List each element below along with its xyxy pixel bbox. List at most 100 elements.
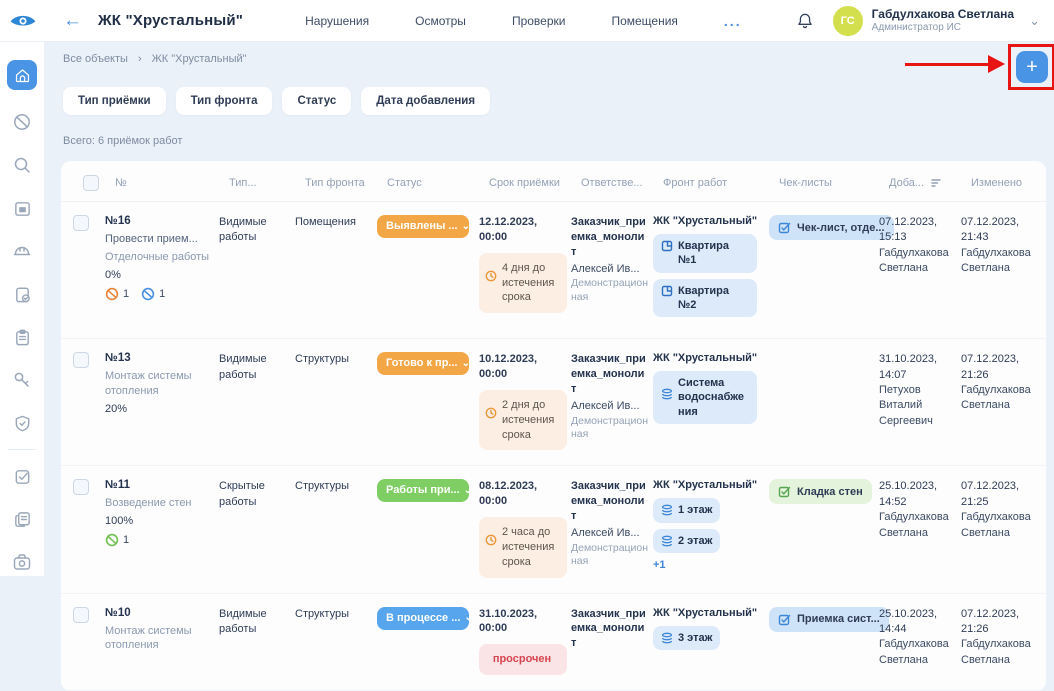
back-arrow-icon[interactable]: ← xyxy=(63,11,82,30)
sidebar-item-access[interactable] xyxy=(11,369,33,391)
deadline-date: 08.12.2023, 00:00 xyxy=(479,479,567,509)
added-date: 07.12.2023, 15:13 xyxy=(879,215,957,246)
sidebar-item-approvals[interactable] xyxy=(11,465,33,487)
responsible-company: Демонстрационная xyxy=(571,542,649,569)
acceptance-subtitle: Возведение стен xyxy=(105,496,215,511)
sidebar xyxy=(0,42,45,576)
added-date: 25.10.2023, 14:52 xyxy=(879,479,957,510)
nav-violations[interactable]: Нарушения xyxy=(305,14,369,28)
deadline-date: 12.12.2023, 00:00 xyxy=(479,215,567,245)
sidebar-item-search[interactable] xyxy=(11,154,33,176)
sidebar-item-inspections[interactable] xyxy=(11,283,33,305)
apartment-icon xyxy=(661,285,673,297)
sidebar-item-documents[interactable] xyxy=(11,508,33,530)
checklist-chip[interactable]: Кладка стен xyxy=(769,479,872,504)
sidebar-divider xyxy=(8,449,36,450)
status-badge[interactable]: В процессе ...⌄ xyxy=(377,607,469,630)
acceptance-number[interactable]: №16 xyxy=(105,215,215,227)
row-checkbox[interactable] xyxy=(73,352,89,368)
user-role: Администратор ИС xyxy=(872,22,1014,34)
acceptances-table: № Тип... Тип фронта Статус Срок приёмки … xyxy=(61,161,1046,691)
table-row[interactable]: №11 Возведение стен 100% 1 Скрытые работ… xyxy=(61,466,1046,593)
added-by: Габдулхакова Светлана xyxy=(879,510,957,541)
nav-inspections[interactable]: Осмотры xyxy=(415,14,466,28)
filter-front-type[interactable]: Тип фронта xyxy=(176,87,273,115)
table-row[interactable]: №13 Монтаж системы отопления 20% Видимые… xyxy=(61,339,1046,466)
row-checkbox[interactable] xyxy=(73,479,89,495)
page-title: ЖК "Хрустальный" xyxy=(98,12,243,29)
sidebar-item-archive[interactable] xyxy=(11,197,33,219)
status-badge[interactable]: Готово к пр...⌄ xyxy=(377,352,469,375)
archive-box-icon xyxy=(13,199,32,218)
clock-icon xyxy=(485,534,497,546)
violation-counter: 1 xyxy=(105,287,129,301)
app-logo[interactable] xyxy=(0,12,45,29)
table-row[interactable]: №10 Монтаж системы отопления Видимые раб… xyxy=(61,594,1046,691)
front-type-cell: Структуры xyxy=(295,607,373,676)
checklist-chip[interactable]: Чек-лист, отде... xyxy=(769,215,894,240)
checklist-icon xyxy=(778,221,791,234)
added-date: 31.10.2023, 14:07 xyxy=(879,352,957,383)
top-header: ← ЖК "Хрустальный" Нарушения Осмотры Про… xyxy=(0,0,1054,42)
nav-more-icon[interactable]: ... xyxy=(724,13,742,29)
status-badge[interactable]: Выявлены ...⌄ xyxy=(377,215,469,238)
status-badge[interactable]: Работы при...⌄ xyxy=(377,479,469,502)
front-chip[interactable]: 3 этаж xyxy=(653,626,720,650)
breadcrumb: Все объекты › ЖК "Хрустальный" xyxy=(45,42,1054,65)
nav-premises[interactable]: Помещения xyxy=(611,14,677,28)
sidebar-item-home[interactable] xyxy=(7,60,37,90)
checklist-icon xyxy=(778,613,791,626)
row-checkbox[interactable] xyxy=(73,607,89,623)
front-chip[interactable]: Система водоснабжения xyxy=(653,371,757,424)
select-all-checkbox[interactable] xyxy=(83,175,99,191)
sidebar-item-security[interactable] xyxy=(11,412,33,434)
deadline-date: 10.12.2023, 00:00 xyxy=(479,352,567,382)
front-type-cell: Структуры xyxy=(295,352,373,450)
sidebar-item-violations[interactable] xyxy=(11,111,33,133)
front-chip[interactable]: Квартира №2 xyxy=(653,279,757,318)
sidebar-item-tasks[interactable] xyxy=(11,326,33,348)
checklist-chip[interactable]: Приемка сист... xyxy=(769,607,889,632)
deadline-date: 31.10.2023, 00:00 xyxy=(479,607,567,637)
filter-date-added[interactable]: Дата добавления xyxy=(361,87,490,115)
layers-icon xyxy=(661,504,673,516)
row-checkbox[interactable] xyxy=(73,215,89,231)
front-chip[interactable]: 1 этаж xyxy=(653,498,720,522)
sidebar-item-case-search[interactable] xyxy=(11,551,33,573)
front-type-cell: Помещения xyxy=(295,215,373,323)
ban-icon xyxy=(12,112,32,132)
filter-acceptance-type[interactable]: Тип приёмки xyxy=(63,87,166,115)
filter-status[interactable]: Статус xyxy=(282,87,351,115)
user-menu[interactable]: ГС Габдулхакова Светлана Администратор И… xyxy=(833,6,1040,36)
avatar: ГС xyxy=(833,6,863,36)
col-number: № xyxy=(115,177,225,189)
type-cell: Видимые работы xyxy=(219,352,291,450)
table-row[interactable]: №16 Провести прием... Отделочные работы … xyxy=(61,202,1046,339)
front-chip[interactable]: 2 этаж xyxy=(653,529,720,553)
responsible-org: Заказчик_приемка_монолит xyxy=(571,215,649,260)
apartment-icon xyxy=(661,240,673,252)
clock-icon xyxy=(485,270,497,282)
responsible-company: Демонстрационная xyxy=(571,415,649,442)
nav-checks[interactable]: Проверки xyxy=(512,14,566,28)
added-by: Габдулхакова Светлана xyxy=(879,637,957,668)
type-cell: Видимые работы xyxy=(219,607,291,676)
acceptance-subtitle: Монтаж системы отопления xyxy=(105,624,215,654)
chevron-down-icon[interactable]: ⌄ xyxy=(1029,13,1040,29)
bell-icon[interactable] xyxy=(795,11,815,31)
documents-icon xyxy=(13,510,32,529)
ban-icon xyxy=(105,287,119,301)
sidebar-item-construction[interactable] xyxy=(11,240,33,262)
sort-icon[interactable] xyxy=(930,177,942,189)
responsible-person: Алексей Ив... xyxy=(571,262,649,277)
breadcrumb-root[interactable]: Все объекты xyxy=(63,53,128,65)
added-by: Габдулхакова Светлана xyxy=(879,246,957,277)
acceptance-number[interactable]: №11 xyxy=(105,479,215,491)
chevron-down-icon: ⌄ xyxy=(464,485,472,496)
acceptance-number[interactable]: №10 xyxy=(105,607,215,619)
front-chip[interactable]: Квартира №1 xyxy=(653,234,757,273)
col-changed: Изменено xyxy=(971,177,1045,189)
acceptance-number[interactable]: №13 xyxy=(105,352,215,364)
more-fronts-link[interactable]: +1 xyxy=(653,559,765,571)
chevron-down-icon: ⌄ xyxy=(462,358,470,369)
